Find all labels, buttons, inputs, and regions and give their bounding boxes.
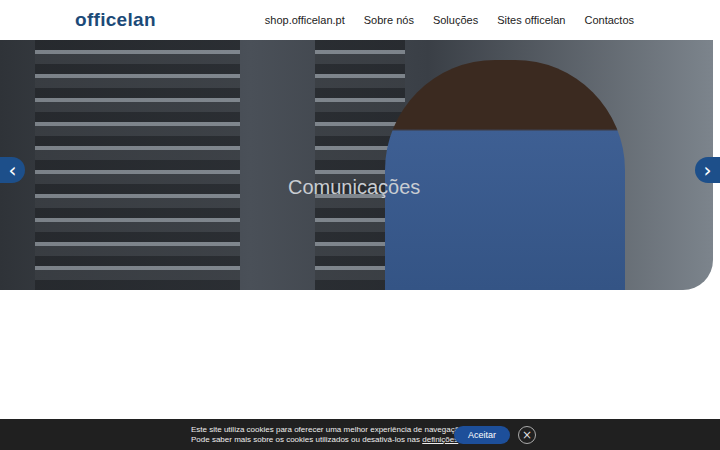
cookie-text: Este site utiliza cookies para oferecer … bbox=[191, 425, 446, 444]
nav-item[interactable]: Soluções bbox=[433, 14, 478, 26]
cookie-bar: Este site utiliza cookies para oferecer … bbox=[0, 419, 720, 450]
next-slide-button[interactable]: › bbox=[695, 157, 720, 183]
main-nav: shop.officelan.pt Sobre nós Soluções Sites … bbox=[265, 14, 634, 26]
close-button[interactable]: × bbox=[518, 426, 536, 444]
nav-item[interactable]: Sobre nós bbox=[364, 14, 414, 26]
logo[interactable]: officelan bbox=[75, 9, 156, 31]
nav-item[interactable]: shop.officelan.pt bbox=[265, 14, 345, 26]
nav-item[interactable]: Sites officelan bbox=[497, 14, 565, 26]
settings-link[interactable]: definições bbox=[422, 435, 458, 444]
prev-slide-button[interactable]: ‹ bbox=[0, 157, 25, 183]
nav-item[interactable]: Contactos bbox=[584, 14, 634, 26]
accept-button[interactable]: Aceitar bbox=[454, 426, 510, 444]
page: officelan shop.officelan.pt Sobre nós Solu… bbox=[0, 0, 720, 450]
hero-slider: Comunicações ‹ › bbox=[0, 40, 720, 290]
technician bbox=[385, 60, 625, 290]
server-rack bbox=[35, 40, 240, 290]
hero-photo: Comunicações bbox=[0, 40, 713, 290]
site-header: officelan shop.officelan.pt Sobre nós Solu… bbox=[0, 0, 720, 40]
slide-caption: Comunicações bbox=[288, 176, 420, 199]
